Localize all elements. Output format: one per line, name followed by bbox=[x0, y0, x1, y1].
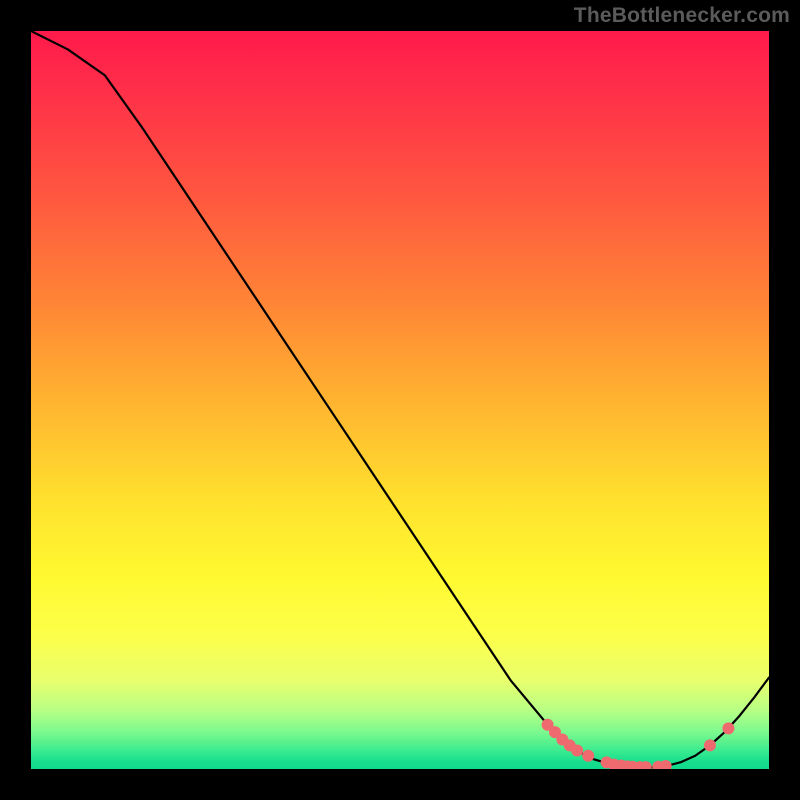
bottleneck-curve bbox=[31, 31, 769, 768]
highlight-dot bbox=[722, 722, 734, 734]
highlight-dot bbox=[571, 745, 583, 757]
highlight-dot bbox=[582, 750, 594, 762]
curve-layer bbox=[31, 31, 769, 769]
highlight-dot bbox=[660, 760, 672, 769]
chart-frame: TheBottlenecker.com bbox=[0, 0, 800, 800]
attribution-text: TheBottlenecker.com bbox=[574, 4, 790, 28]
highlight-dot bbox=[704, 739, 716, 751]
highlight-dots bbox=[542, 719, 735, 769]
plot-area bbox=[31, 31, 769, 769]
